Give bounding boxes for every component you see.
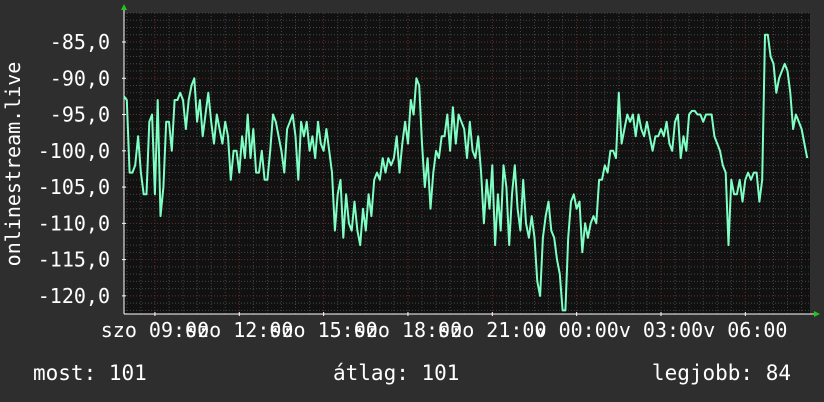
current-value: most: 101 — [33, 361, 147, 385]
y-tick-label: -100,0 — [38, 139, 110, 163]
y-tick-label: -120,0 — [38, 284, 110, 308]
x-tick-label: v 00:00 — [534, 318, 618, 342]
x-tick-label: v 06:00 — [703, 318, 787, 342]
x-axis-arrow — [814, 311, 820, 317]
y-tick-label: -105,0 — [38, 175, 110, 199]
y-tick-label: -110,0 — [38, 211, 110, 235]
x-tick-label: szo 21:00 — [438, 318, 546, 342]
y-tick-labels: -85,0 -90,0 -95,0 -100,0 -105,0 -110,0 -115,0 -… — [38, 30, 110, 308]
average-value: átlag: 101 — [333, 361, 460, 385]
x-tick-label: v 03:00 — [619, 318, 703, 342]
stats-bar: most: 101 átlag: 101 legjobb: 84 — [0, 361, 824, 389]
y-axis-arrow — [121, 4, 127, 10]
y-tick-label: -115,0 — [38, 248, 110, 272]
plot-area — [124, 13, 810, 314]
best-value: legjobb: 84 — [651, 361, 791, 385]
x-tick-labels: szo 09:00szo 12:00szo 15:00szo 18:00szo … — [101, 318, 788, 342]
y-tick-label: -95,0 — [50, 103, 110, 127]
y-tick-label: -90,0 — [50, 66, 110, 90]
y-tick-label: -85,0 — [50, 30, 110, 54]
y-axis-label: onlinestream.live — [1, 62, 25, 267]
chart: -85,0 -90,0 -95,0 -100,0 -105,0 -110,0 -115,0 -… — [1, 4, 820, 342]
